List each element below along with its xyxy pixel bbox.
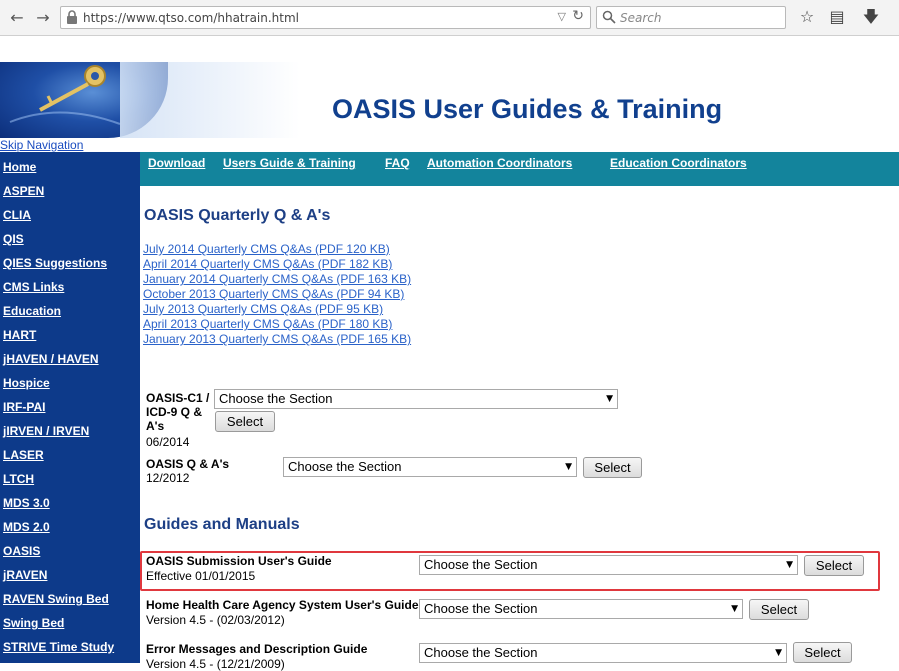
select-value: Choose the Section — [424, 601, 538, 616]
sidebar-item-irf-pai[interactable]: IRF-PAI — [3, 400, 45, 414]
sidebar-item-jraven[interactable]: jRAVEN — [3, 568, 47, 582]
lock-icon — [67, 10, 77, 24]
sidebar-item-mds-2[interactable]: MDS 2.0 — [3, 520, 50, 534]
select-value: Choose the Section — [219, 391, 333, 406]
topnav-download[interactable]: Download — [148, 156, 205, 170]
star-icon[interactable]: ☆ — [797, 7, 817, 27]
form-label-oasis-c1: OASIS-C1 / ICD-9 Q & A's — [146, 391, 210, 433]
select-button-oasis-c1[interactable]: Select — [215, 411, 275, 432]
chevron-down-icon: ▼ — [606, 394, 613, 404]
qa-heading: OASIS Quarterly Q & A's — [144, 207, 331, 224]
sidebar-item-raven-swing-bed[interactable]: RAVEN Swing Bed — [3, 592, 109, 606]
sidebar-item-qis[interactable]: QIS — [3, 232, 24, 246]
chevron-down-icon: ▼ — [565, 462, 572, 472]
qa-link[interactable]: July 2014 Quarterly CMS Q&As (PDF 120 KB… — [143, 242, 390, 256]
topnav-education-coordinators[interactable]: Education Coordinators — [610, 156, 747, 170]
sidebar-item-aspen[interactable]: ASPEN — [3, 184, 44, 198]
browser-toolbar: ← → https://www.qtso.com/hhatrain.html ▽… — [0, 0, 899, 36]
sidebar-item-clia[interactable]: CLIA — [3, 208, 31, 222]
topnav-users-guide[interactable]: Users Guide & Training — [223, 156, 356, 170]
qa-link[interactable]: October 2013 Quarterly CMS Q&As (PDF 94 … — [143, 287, 404, 301]
guide-sub-submission: Effective 01/01/2015 — [146, 569, 256, 583]
topnav-faq[interactable]: FAQ — [385, 156, 410, 170]
section-select-hhca[interactable]: Choose the Section ▼ — [419, 599, 743, 619]
sidebar-item-jirven[interactable]: jIRVEN / IRVEN — [3, 424, 89, 438]
qa-link[interactable]: January 2014 Quarterly CMS Q&As (PDF 163… — [143, 272, 411, 286]
section-select-submission[interactable]: Choose the Section ▼ — [419, 555, 798, 575]
sidebar-item-strive[interactable]: STRIVE Time Study — [3, 640, 114, 654]
sidebar-item-mds-3[interactable]: MDS 3.0 — [3, 496, 50, 510]
select-button-oasis-qa[interactable]: Select — [583, 457, 642, 478]
guide-label-error-messages: Error Messages and Description Guide — [146, 642, 368, 656]
select-value: Choose the Section — [424, 557, 538, 572]
sidebar-item-hospice[interactable]: Hospice — [3, 376, 50, 390]
sidebar-item-qies-suggestions[interactable]: QIES Suggestions — [3, 256, 107, 270]
guide-label-hhca: Home Health Care Agency System User's Gu… — [146, 598, 419, 612]
sidebar-item-education[interactable]: Education — [3, 304, 61, 318]
select-button-submission[interactable]: Select — [804, 555, 864, 576]
sidebar-item-laser[interactable]: LASER — [3, 448, 44, 462]
sidebar-item-ltch[interactable]: LTCH — [3, 472, 34, 486]
chevron-down-icon: ▼ — [775, 648, 782, 658]
section-select-oasis-qa[interactable]: Choose the Section ▼ — [283, 457, 577, 477]
sidebar: Home ASPEN CLIA QIS QIES Suggestions CMS… — [0, 152, 140, 663]
sidebar-item-jhaven[interactable]: jHAVEN / HAVEN — [3, 352, 99, 366]
guide-sub-error-messages: Version 4.5 - (12/21/2009) — [146, 657, 285, 671]
banner-fade — [120, 62, 300, 138]
qa-link[interactable]: January 2013 Quarterly CMS Q&As (PDF 165… — [143, 332, 411, 346]
select-button-error-messages[interactable]: Select — [793, 642, 852, 663]
select-value: Choose the Section — [424, 645, 538, 660]
sidebar-item-oasis[interactable]: OASIS — [3, 544, 40, 558]
guides-heading: Guides and Manuals — [144, 516, 300, 533]
download-icon[interactable]: 🡇 — [861, 7, 881, 27]
top-navigation: Download Users Guide & Training FAQ Auto… — [140, 152, 899, 186]
forward-arrow-icon[interactable]: → — [32, 8, 54, 28]
url-text: https://www.qtso.com/hhatrain.html — [83, 11, 300, 25]
search-placeholder: Search — [620, 11, 662, 25]
chevron-down-icon: ▼ — [786, 560, 793, 570]
page-title: OASIS User Guides & Training — [332, 94, 723, 124]
section-select-error-messages[interactable]: Choose the Section ▼ — [419, 643, 787, 663]
select-value: Choose the Section — [288, 459, 402, 474]
sidebar-item-hart[interactable]: HART — [3, 328, 36, 342]
section-select-oasis-c1[interactable]: Choose the Section ▼ — [214, 389, 618, 409]
form-sub-oasis-c1: 06/2014 — [146, 435, 190, 449]
topnav-automation-coordinators[interactable]: Automation Coordinators — [427, 156, 572, 170]
sidebar-item-cms-links[interactable]: CMS Links — [3, 280, 64, 294]
guide-sub-hhca: Version 4.5 - (02/03/2012) — [146, 613, 285, 627]
search-box[interactable]: Search — [596, 6, 786, 29]
reading-list-icon[interactable]: ▤ — [827, 7, 847, 27]
qa-link[interactable]: July 2013 Quarterly CMS Q&As (PDF 95 KB) — [143, 302, 383, 316]
reload-icon[interactable]: ↻ — [572, 8, 584, 24]
dropdown-triangle-icon[interactable]: ▽ — [558, 10, 566, 23]
search-icon — [602, 10, 616, 24]
skip-navigation-link[interactable]: Skip Navigation — [0, 138, 83, 152]
sidebar-item-swing-bed[interactable]: Swing Bed — [3, 616, 64, 630]
form-sub-oasis-qa: 12/2012 — [146, 471, 190, 485]
select-button-hhca[interactable]: Select — [749, 599, 809, 620]
chevron-down-icon: ▼ — [731, 604, 738, 614]
qa-link[interactable]: April 2014 Quarterly CMS Q&As (PDF 182 K… — [143, 257, 392, 271]
back-arrow-icon[interactable]: ← — [6, 8, 28, 28]
address-bar[interactable]: https://www.qtso.com/hhatrain.html ▽ ↻ — [60, 6, 591, 29]
form-label-oasis-qa: OASIS Q & A's — [146, 457, 230, 471]
qa-link[interactable]: April 2013 Quarterly CMS Q&As (PDF 180 K… — [143, 317, 392, 331]
guide-label-submission: OASIS Submission User's Guide — [146, 554, 332, 568]
sidebar-item-home[interactable]: Home — [3, 160, 36, 174]
